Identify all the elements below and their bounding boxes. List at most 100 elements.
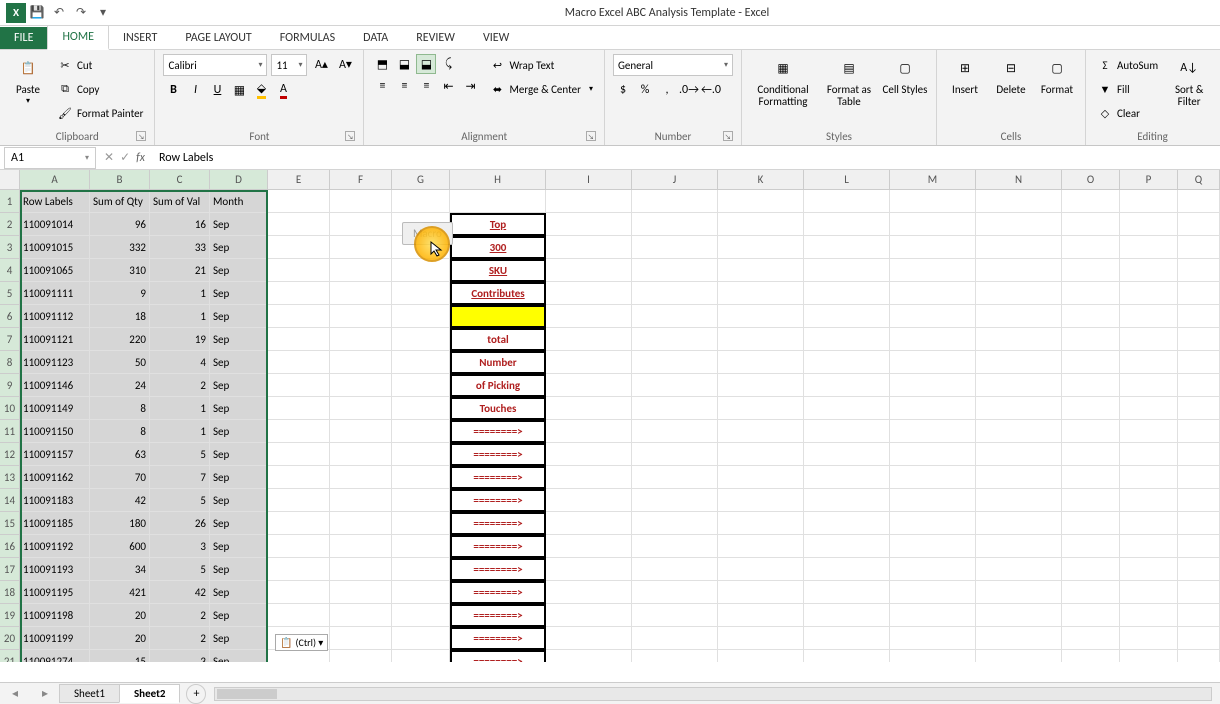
cell-J2[interactable] <box>632 213 718 236</box>
row-header-14[interactable]: 14 <box>0 489 20 512</box>
row-header-2[interactable]: 2 <box>0 213 20 236</box>
cell-D19[interactable]: Sep <box>210 604 268 627</box>
cell-M8[interactable] <box>890 351 976 374</box>
cell-D7[interactable]: Sep <box>210 328 268 351</box>
row-header-21[interactable]: 21 <box>0 650 20 662</box>
sheet-nav[interactable]: ◂▸ <box>0 686 60 701</box>
cell-N21[interactable] <box>976 650 1062 662</box>
cell-I5[interactable] <box>546 282 632 305</box>
format-painter-button[interactable]: 🖌Format Painter <box>54 102 146 124</box>
cell-J16[interactable] <box>632 535 718 558</box>
col-header-C[interactable]: C <box>150 170 210 190</box>
cell-H11[interactable]: ========> <box>450 420 546 443</box>
tab-pagelayout[interactable]: PAGE LAYOUT <box>171 27 265 49</box>
autosum-button[interactable]: ΣAutoSum <box>1094 54 1161 76</box>
cell-I12[interactable] <box>546 443 632 466</box>
cell-A1[interactable]: Row Labels <box>20 190 90 213</box>
cell-H1[interactable] <box>450 190 546 213</box>
cell-C15[interactable]: 26 <box>150 512 210 535</box>
cell-N17[interactable] <box>976 558 1062 581</box>
cell-A5[interactable]: 110091111 <box>20 282 90 305</box>
col-header-H[interactable]: H <box>450 170 546 190</box>
cell-J14[interactable] <box>632 489 718 512</box>
col-header-D[interactable]: D <box>210 170 268 190</box>
italic-button[interactable]: I <box>185 80 205 100</box>
sort-filter-button[interactable]: A↓Sort & Filter <box>1167 54 1211 108</box>
cell-N3[interactable] <box>976 236 1062 259</box>
align-middle-button[interactable]: ⬓ <box>394 54 414 74</box>
cell-K19[interactable] <box>718 604 804 627</box>
cell-G14[interactable] <box>392 489 450 512</box>
cell-P20[interactable] <box>1120 627 1178 650</box>
cell-B1[interactable]: Sum of Qty <box>90 190 150 213</box>
sheet-nav-last-icon[interactable]: ▸ <box>42 686 48 701</box>
cell-A4[interactable]: 110091065 <box>20 259 90 282</box>
cell-I1[interactable] <box>546 190 632 213</box>
col-header-O[interactable]: O <box>1062 170 1120 190</box>
cell-I15[interactable] <box>546 512 632 535</box>
cell-A13[interactable]: 110091162 <box>20 466 90 489</box>
cell-F7[interactable] <box>330 328 392 351</box>
font-size-combo[interactable]: 11▾ <box>271 54 307 76</box>
cell-D6[interactable]: Sep <box>210 305 268 328</box>
cell-J1[interactable] <box>632 190 718 213</box>
row-header-6[interactable]: 6 <box>0 305 20 328</box>
cell-O18[interactable] <box>1062 581 1120 604</box>
cell-L21[interactable] <box>804 650 890 662</box>
cell-G20[interactable] <box>392 627 450 650</box>
row-header-11[interactable]: 11 <box>0 420 20 443</box>
cell-C7[interactable]: 19 <box>150 328 210 351</box>
row-header-12[interactable]: 12 <box>0 443 20 466</box>
cell-K8[interactable] <box>718 351 804 374</box>
cell-G19[interactable] <box>392 604 450 627</box>
row-header-20[interactable]: 20 <box>0 627 20 650</box>
cell-N7[interactable] <box>976 328 1062 351</box>
cell-G18[interactable] <box>392 581 450 604</box>
cell-P16[interactable] <box>1120 535 1178 558</box>
cell-F8[interactable] <box>330 351 392 374</box>
cell-B18[interactable]: 421 <box>90 581 150 604</box>
cell-L5[interactable] <box>804 282 890 305</box>
cell-G11[interactable] <box>392 420 450 443</box>
cell-N15[interactable] <box>976 512 1062 535</box>
row-header-15[interactable]: 15 <box>0 512 20 535</box>
font-launcher[interactable]: ↘ <box>345 131 355 141</box>
cell-H19[interactable]: ========> <box>450 604 546 627</box>
grow-font-button[interactable]: A▴ <box>311 54 331 74</box>
cell-J12[interactable] <box>632 443 718 466</box>
sheet-tab-2[interactable]: Sheet2 <box>119 684 181 703</box>
cell-N6[interactable] <box>976 305 1062 328</box>
cell-M10[interactable] <box>890 397 976 420</box>
row-header-3[interactable]: 3 <box>0 236 20 259</box>
cell-D9[interactable]: Sep <box>210 374 268 397</box>
cell-F17[interactable] <box>330 558 392 581</box>
cell-P21[interactable] <box>1120 650 1178 662</box>
cell-N5[interactable] <box>976 282 1062 305</box>
cell-H12[interactable]: ========> <box>450 443 546 466</box>
cell-J3[interactable] <box>632 236 718 259</box>
orientation-button[interactable]: ⤹ <box>438 54 458 74</box>
cell-M11[interactable] <box>890 420 976 443</box>
cell-D16[interactable]: Sep <box>210 535 268 558</box>
cell-I14[interactable] <box>546 489 632 512</box>
cell-A2[interactable]: 110091014 <box>20 213 90 236</box>
cell-E15[interactable] <box>268 512 330 535</box>
cell-M12[interactable] <box>890 443 976 466</box>
qat-save-button[interactable]: 💾 <box>26 2 48 24</box>
cell-O15[interactable] <box>1062 512 1120 535</box>
cell-Q20[interactable] <box>1178 627 1220 650</box>
cell-A18[interactable]: 110091195 <box>20 581 90 604</box>
cell-A8[interactable]: 110091123 <box>20 351 90 374</box>
cell-K15[interactable] <box>718 512 804 535</box>
cell-I11[interactable] <box>546 420 632 443</box>
cell-Q18[interactable] <box>1178 581 1220 604</box>
align-left-button[interactable]: ≡ <box>372 76 392 96</box>
cell-A12[interactable]: 110091157 <box>20 443 90 466</box>
cell-K12[interactable] <box>718 443 804 466</box>
sheet-tab-1[interactable]: Sheet1 <box>59 684 120 703</box>
cell-M5[interactable] <box>890 282 976 305</box>
cell-N14[interactable] <box>976 489 1062 512</box>
cell-D15[interactable]: Sep <box>210 512 268 535</box>
cell-O3[interactable] <box>1062 236 1120 259</box>
cell-F16[interactable] <box>330 535 392 558</box>
